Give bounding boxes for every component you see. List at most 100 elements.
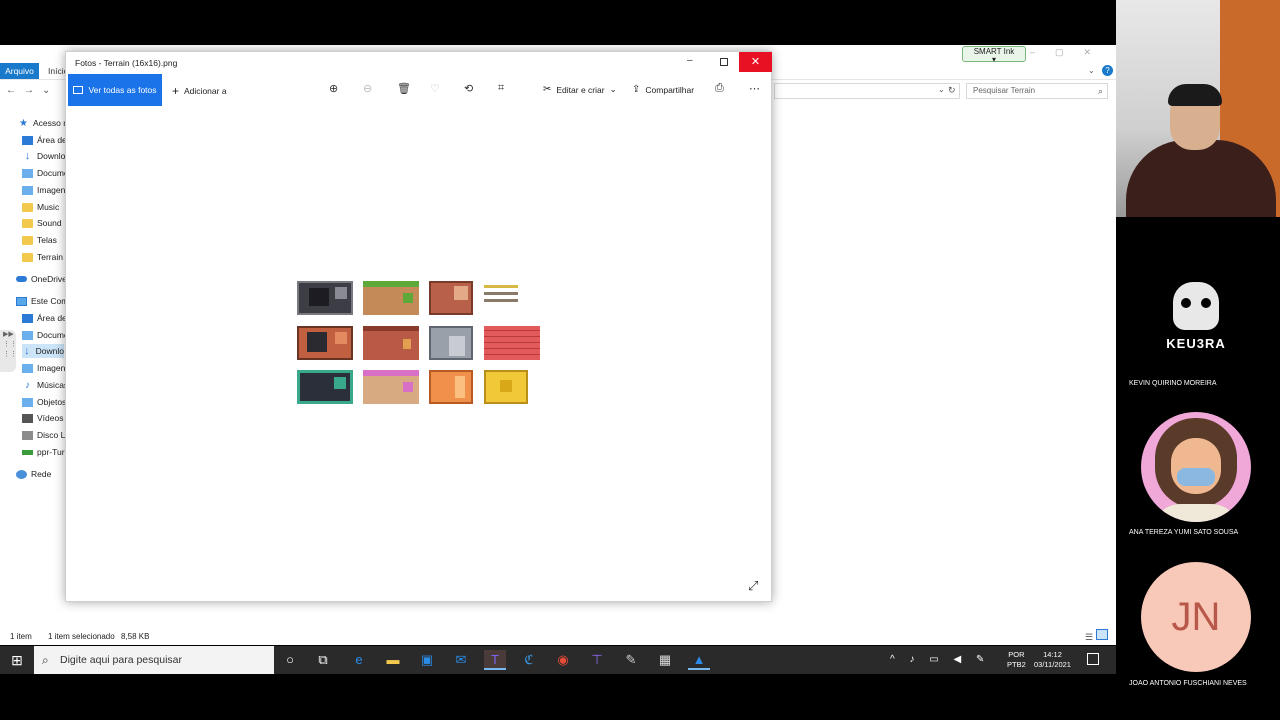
- favorite-icon[interactable]: ♡: [430, 82, 440, 95]
- desktop-icon: [22, 135, 33, 145]
- close-button[interactable]: ✕: [739, 52, 772, 72]
- notifications-icon[interactable]: [1087, 653, 1099, 665]
- task-view-icon[interactable]: ⧉: [312, 650, 334, 670]
- sidebar-item-downloads-pc[interactable]: ↓ Downlo: [22, 344, 64, 358]
- sidebar-item-label: Downlo: [35, 346, 64, 356]
- explorer-statusbar: 1 item 1 item selecionado 8,58 KB ☰: [0, 629, 1116, 645]
- see-all-photos-button[interactable]: Ver todas as fotos: [68, 74, 162, 106]
- zoom-out-icon[interactable]: ⊖: [363, 82, 372, 95]
- more-options-icon[interactable]: ⋯: [749, 82, 760, 95]
- sidebar-item-label: OneDrive: [31, 274, 67, 284]
- presenter-webcam: [1116, 0, 1280, 217]
- download-icon: ↓: [24, 345, 30, 357]
- photos-app-icon[interactable]: ▲: [688, 650, 710, 670]
- taskbar-search-input[interactable]: ⌕ Digite aqui para pesquisar: [34, 646, 274, 674]
- sidebar-item-terrain[interactable]: Terrain: [22, 250, 63, 264]
- settings-app-icon[interactable]: ✎: [620, 650, 642, 670]
- calculator-icon[interactable]: ▦: [654, 650, 676, 670]
- sidebar-item-network[interactable]: Rede: [16, 467, 51, 481]
- address-dropdown-icon[interactable]: ⌄: [938, 85, 945, 94]
- chrome-icon[interactable]: ◉: [552, 650, 574, 670]
- sidebar-item-onedrive[interactable]: OneDrive: [16, 272, 67, 286]
- cortana-icon[interactable]: ○: [279, 650, 301, 670]
- sidebar-item-music[interactable]: Music: [22, 200, 59, 214]
- tile-brick-dark: [297, 326, 353, 360]
- status-item-count: 1 item: [10, 632, 32, 641]
- details-view-icon[interactable]: ☰: [1085, 632, 1093, 642]
- zoom-in-icon[interactable]: ⊕: [329, 82, 338, 95]
- view-toggle[interactable]: ☰: [1085, 629, 1109, 643]
- sidebar-item-sound[interactable]: Sound: [22, 216, 62, 230]
- edit-create-button[interactable]: ✂ Editar e criar ⌄: [543, 84, 617, 95]
- sidebar-item-music-pc[interactable]: ♪ Músicas: [22, 378, 68, 392]
- sidebar-item-videos[interactable]: Vídeos: [22, 411, 63, 425]
- participant-name-joao: JOAO ANTONIO FUSCHIANI NEVES: [1129, 680, 1247, 687]
- sidebar-item-3d-objects[interactable]: Objetos: [22, 395, 66, 409]
- nav-arrows[interactable]: ←→⌄: [6, 85, 58, 96]
- refresh-icon[interactable]: ↻: [948, 85, 956, 96]
- side-expander-handle[interactable]: ▶▶ ⋮⋮ ⋮⋮: [0, 330, 17, 372]
- system-tray[interactable]: ^ ♪ ▭ ◀ ✎: [890, 646, 990, 674]
- sidebar-item-network-drive[interactable]: ppr-Tur: [22, 445, 65, 459]
- sidebar-item-label: Objetos: [37, 397, 67, 407]
- lang-line2: PTB2: [1007, 660, 1026, 669]
- store-icon[interactable]: ▣: [416, 650, 438, 670]
- edge-icon[interactable]: e: [348, 650, 370, 670]
- sidebar-item-this-pc[interactable]: Este Com: [16, 294, 68, 308]
- ribbon-collapse-icon[interactable]: ⌄: [1088, 66, 1095, 75]
- tab-file[interactable]: Arquivo: [0, 63, 39, 79]
- add-to-button[interactable]: + Adicionar a: [172, 84, 227, 98]
- address-bar[interactable]: [774, 83, 960, 99]
- sidebar-item-label: Docume: [37, 168, 69, 178]
- large-icons-view-icon[interactable]: [1096, 629, 1109, 640]
- help-icon[interactable]: ?: [1102, 65, 1113, 76]
- print-icon[interactable]: ⎙: [715, 82, 724, 95]
- search-icon: ⌕: [1097, 86, 1103, 96]
- delete-icon[interactable]: 🗑: [397, 82, 411, 95]
- computer-icon: [16, 296, 27, 306]
- edit-create-label: Editar e criar: [556, 84, 605, 95]
- sidebar-item-documents-pc[interactable]: Docume: [22, 328, 69, 342]
- minimize-button[interactable]: –: [687, 55, 693, 66]
- avatar-kevin: KEU3RA: [1141, 264, 1251, 374]
- sidebar-item-telas[interactable]: Telas: [22, 233, 57, 247]
- sidebar-item-label: Vídeos: [37, 413, 64, 423]
- explorer-window-controls[interactable]: –▢✕: [1030, 47, 1111, 58]
- status-selected: 1 item selecionado: [48, 632, 115, 641]
- explorer-search-input[interactable]: Pesquisar Terrain ⌕: [966, 83, 1108, 99]
- maximize-button[interactable]: [720, 58, 728, 66]
- photos-title: Fotos - Terrain (16x16).png: [75, 58, 178, 68]
- sidebar-item-local-disk[interactable]: Disco Lo: [22, 428, 70, 442]
- visual-studio-icon[interactable]: ⊤: [586, 650, 608, 670]
- mail-icon[interactable]: ✉: [450, 650, 472, 670]
- file-explorer-icon[interactable]: ▬: [382, 650, 404, 670]
- sidebar-item-desktop[interactable]: Área de: [22, 133, 67, 147]
- teams-icon[interactable]: T: [484, 650, 506, 670]
- sidebar-item-documents[interactable]: Docume: [22, 166, 69, 180]
- sidebar-item-desktop-pc[interactable]: Área de: [22, 311, 67, 325]
- sidebar-item-label: Downlo: [37, 151, 66, 161]
- tile-roof: [429, 281, 473, 315]
- share-button[interactable]: ⇪ Compartilhar: [632, 84, 694, 95]
- smart-ink-button[interactable]: SMART Ink ▾: [962, 46, 1026, 64]
- sidebar-item-downloads[interactable]: ↓ Downlo: [22, 149, 66, 163]
- tile-brick-clay: [363, 326, 419, 360]
- crop-icon[interactable]: ⌗: [498, 82, 504, 95]
- photos-icon: [73, 86, 84, 94]
- language-indicator[interactable]: POR PTB2: [1007, 650, 1026, 670]
- download-icon: ↓: [24, 150, 31, 162]
- desktop-icon: [22, 313, 33, 323]
- tile-grey-stone: [429, 326, 473, 360]
- status-size: 8,58 KB: [121, 632, 150, 641]
- clock[interactable]: 14:12 03/11/2021: [1034, 650, 1071, 670]
- 3d-objects-icon: [22, 397, 33, 407]
- fullscreen-icon[interactable]: ⤢: [748, 578, 758, 594]
- sidebar-item-pictures[interactable]: Imagen: [22, 183, 65, 197]
- edit-icon: ✂: [543, 84, 552, 95]
- avatar-joao: JN: [1141, 562, 1251, 672]
- app-icon[interactable]: ℭ: [518, 650, 540, 670]
- rotate-icon[interactable]: ⟲: [464, 82, 473, 95]
- sidebar-item-label: Este Com: [31, 296, 69, 306]
- sidebar-item-pictures-pc[interactable]: Imagen: [22, 361, 65, 375]
- start-button[interactable]: ⊞: [0, 646, 34, 674]
